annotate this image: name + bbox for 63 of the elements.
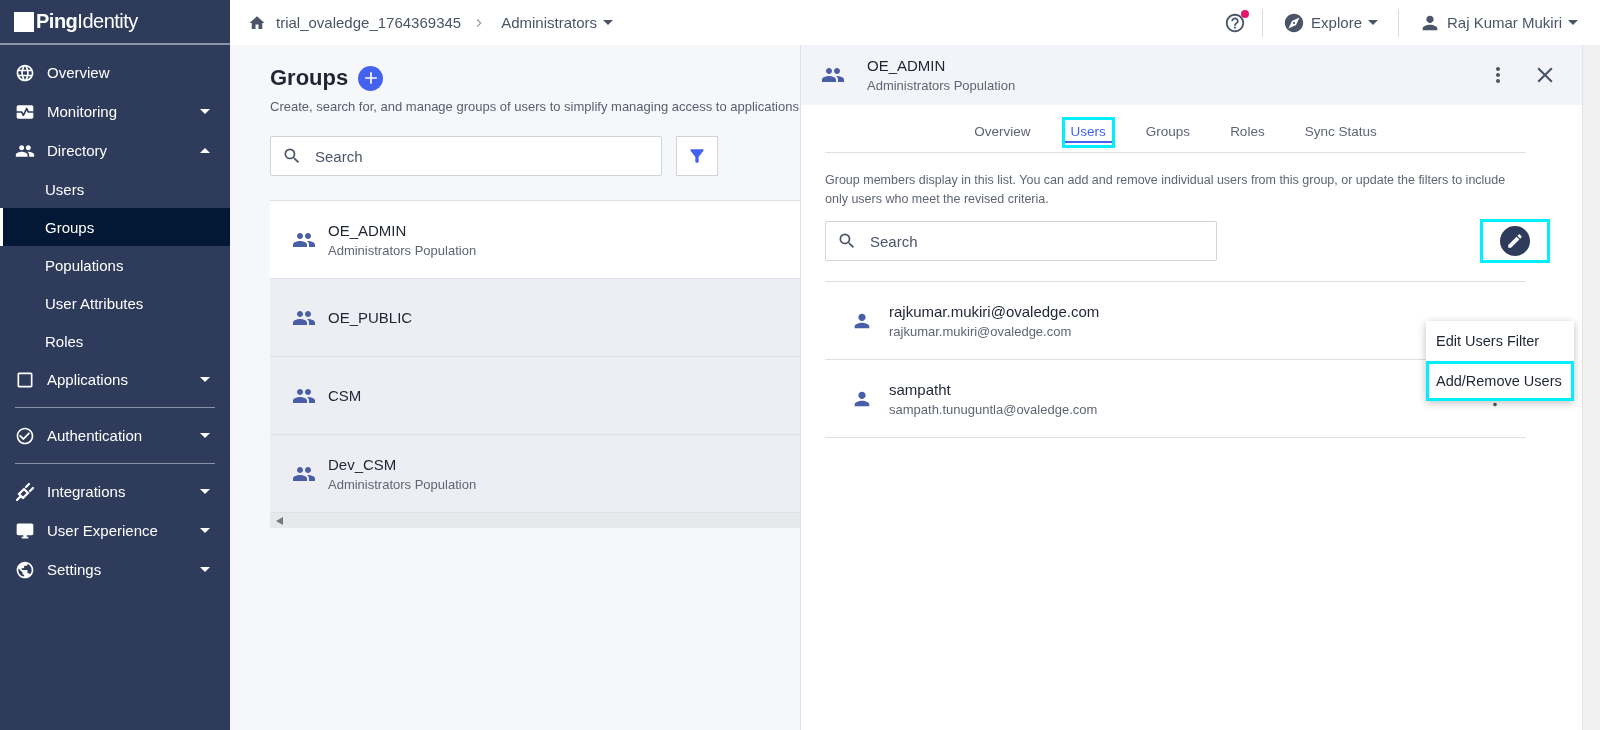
member-name: rajkumar.mukiri@ovaledge.com	[889, 302, 1100, 320]
caret-icon	[603, 20, 614, 25]
search-icon	[282, 146, 302, 166]
help-icon[interactable]	[1224, 11, 1247, 34]
globe-icon	[15, 559, 35, 580]
pencil-icon	[1506, 232, 1524, 250]
logo: PingIdentity	[0, 0, 230, 45]
tab[interactable]: Groups	[1136, 117, 1200, 148]
user-menu-button[interactable]: Raj Kumar Mukiri	[1414, 11, 1582, 34]
member-name: sampatht	[889, 380, 952, 398]
nav-item[interactable]: Authentication	[0, 416, 230, 455]
page-title: Groups	[270, 65, 349, 91]
globe-icon	[15, 62, 35, 83]
nav-subitem[interactable]: Roles	[0, 322, 230, 360]
nav-item[interactable]: Overview	[0, 53, 230, 92]
panel-title: OE_ADMIN	[867, 57, 947, 74]
tab[interactable]: Overview	[965, 117, 1040, 148]
nav-subitem[interactable]: User Attributes	[0, 284, 230, 322]
tab[interactable]: Users	[1061, 117, 1115, 148]
nav-item[interactable]: Monitoring	[0, 92, 230, 131]
group-row[interactable]: OE_ADMIN Administrators Population	[270, 200, 800, 278]
breadcrumb-link[interactable]: trial_ovaledge_1764369345	[276, 14, 462, 31]
search-icon	[837, 231, 857, 251]
explore-button[interactable]: Explore	[1279, 11, 1382, 34]
group-name: Dev_CSM	[328, 455, 398, 473]
search-field[interactable]: Search	[270, 136, 662, 176]
plug-icon	[15, 481, 35, 502]
member-email: rajkumar.mukiri@ovaledge.com	[889, 323, 1073, 339]
edit-button[interactable]	[1480, 219, 1550, 263]
group-population: Administrators Population	[328, 476, 477, 492]
caret-icon	[1367, 20, 1378, 25]
nav-item[interactable]: Integrations	[0, 472, 230, 511]
group-row[interactable]: Dev_CSM Administrators Population	[270, 434, 800, 512]
group-name: CSM	[328, 387, 362, 404]
group-name: OE_PUBLIC	[328, 309, 413, 326]
nav-item[interactable]: User Experience	[0, 511, 230, 550]
tab[interactable]: Sync Status	[1295, 117, 1386, 148]
panel-subtitle: Administrators Population	[867, 78, 1016, 93]
nav-subitem[interactable]: Populations	[0, 246, 230, 284]
nav-subitem[interactable]: Groups	[0, 208, 230, 246]
menu-item[interactable]: Edit Users Filter	[1426, 321, 1574, 361]
search-field[interactable]: Search	[825, 221, 1217, 261]
group-name: OE_ADMIN	[328, 221, 408, 239]
caret-icon	[1568, 20, 1578, 25]
vertical-scrollbar[interactable]	[1582, 45, 1600, 730]
menu-item[interactable]: Add/Remove Users	[1426, 361, 1574, 401]
filter-button[interactable]	[676, 136, 718, 176]
group-row[interactable]: OE_PUBLIC	[270, 278, 800, 356]
breadcrumb-dropdown[interactable]: Administrators	[497, 14, 618, 31]
nav-subitem[interactable]: Users	[0, 170, 230, 208]
nav-item[interactable]: Settings	[0, 550, 230, 589]
panel-description: Group members display in this list. You can add and remove individual users from this group, or update the filters to include only users who meet the revised criteria.	[825, 172, 1507, 208]
member-email: sampath.tunuguntla@ovaledge.com	[889, 401, 1098, 417]
compass-icon	[1283, 11, 1306, 34]
scroll-left-icon[interactable]	[276, 516, 283, 525]
horizontal-scrollbar[interactable]	[270, 512, 800, 528]
group-row[interactable]: CSM	[270, 356, 800, 434]
nav-item[interactable]: Applications	[0, 360, 230, 399]
page-description: Create, search for, and manage groups of users to simplify managing access to applications	[270, 99, 800, 114]
tab[interactable]: Roles	[1221, 117, 1274, 148]
nav-item[interactable]: Directory	[0, 131, 230, 170]
group-population: Administrators Population	[328, 242, 477, 258]
add-button[interactable]	[358, 65, 384, 91]
